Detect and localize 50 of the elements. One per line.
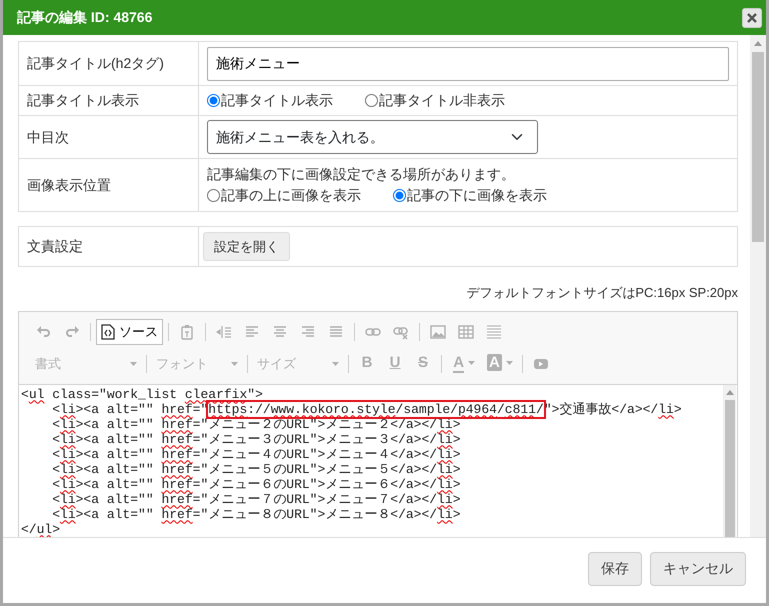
caret-icon bbox=[332, 362, 339, 366]
horizontal-lines-icon bbox=[486, 324, 502, 340]
save-button[interactable]: 保存 bbox=[588, 552, 642, 586]
close-button[interactable] bbox=[742, 8, 762, 28]
field-label: 文責設定 bbox=[27, 238, 83, 254]
indent-icon bbox=[216, 324, 232, 340]
option-label: 記事タイトル非表示 bbox=[379, 92, 505, 108]
option-label: 記事の下に画像を表示 bbox=[407, 187, 547, 203]
code-line: </ul> bbox=[21, 522, 62, 536]
caret-icon bbox=[506, 361, 513, 366]
option-label: 記事の上に画像を表示 bbox=[221, 187, 361, 203]
open-settings-button[interactable]: 設定を開く bbox=[203, 232, 290, 262]
code-line: <li><a alt="" href="メニュー８のURL">メニュー８</a></li> bbox=[51, 506, 462, 522]
code-line: <li><a alt="" href="メニュー７のURL">メニュー７</a></li> bbox=[51, 492, 462, 506]
scrollbar[interactable] bbox=[723, 384, 736, 537]
clipboard-icon bbox=[179, 324, 195, 340]
font-size-note: デフォルトフォントサイズはPC:16px SP:20px bbox=[466, 285, 738, 300]
align-left-icon bbox=[244, 324, 260, 340]
align-center-icon bbox=[272, 324, 288, 340]
subheading-select[interactable]: 施術メニュー表を入れる。 bbox=[207, 120, 538, 154]
field-label: 中目次 bbox=[27, 128, 69, 144]
field-label: 記事タイトル表示 bbox=[27, 92, 139, 108]
code-line: <li><a alt="" href="メニュー３のURL">メニュー３</a></li> bbox=[51, 432, 462, 446]
code-line: <li><a alt="" href="メニュー６のURL">メニュー６</a></li> bbox=[51, 476, 462, 492]
align-right-icon bbox=[300, 324, 316, 340]
table-icon bbox=[458, 324, 474, 340]
caret-icon bbox=[468, 361, 475, 366]
field-label: 記事タイトル(h2タグ) bbox=[27, 55, 164, 71]
image-icon bbox=[430, 324, 446, 340]
option-label: 記事タイトル表示 bbox=[221, 92, 333, 108]
note-text: 記事編集の下に画像設定できる場所があります。 bbox=[207, 165, 515, 184]
code-line: <ul class="work_list clearfix"> bbox=[21, 386, 264, 402]
close-icon bbox=[747, 12, 757, 22]
radio-button[interactable] bbox=[393, 189, 406, 202]
radio-button[interactable] bbox=[207, 94, 220, 107]
caret-icon bbox=[231, 362, 238, 366]
field-label: 画像表示位置 bbox=[27, 176, 111, 192]
radio-button[interactable] bbox=[365, 94, 378, 107]
code-line: <li><a alt="" href="メニュー５のURL">メニュー５</a></li> bbox=[51, 462, 462, 476]
cancel-button[interactable]: キャンセル bbox=[650, 552, 746, 586]
undo-icon bbox=[36, 324, 52, 340]
title-input[interactable]: 施術メニュー bbox=[207, 46, 729, 80]
dialog-title: 記事の編集 ID: 48766 bbox=[17, 8, 152, 27]
radio-button[interactable] bbox=[207, 189, 220, 202]
scrollbar[interactable] bbox=[750, 35, 766, 537]
code-file-icon bbox=[101, 324, 115, 340]
code-line: <li><a alt="" href="メニュー４のURL">メニュー４</a></li> bbox=[51, 446, 462, 462]
caret-icon bbox=[130, 362, 137, 366]
align-justify-icon bbox=[328, 324, 344, 340]
redo-icon bbox=[64, 324, 80, 340]
